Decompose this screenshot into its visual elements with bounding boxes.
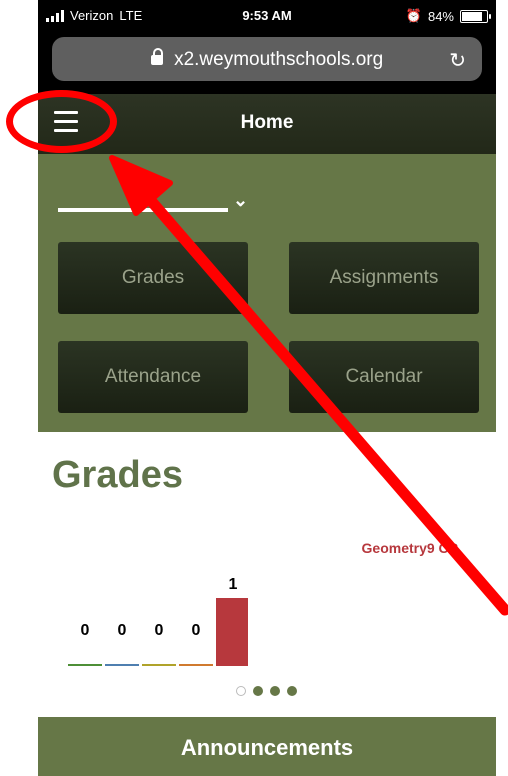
grade-distribution-chart: 0 0 0 0 1 xyxy=(68,574,268,674)
grade-count-1: 0 xyxy=(80,622,90,639)
grades-section: Grades Geometry9 CP 0 0 0 0 1 xyxy=(38,432,496,717)
attendance-tile[interactable]: Attendance xyxy=(58,341,248,413)
address-bar[interactable]: x2.weymouthschools.org ↻ xyxy=(52,37,482,81)
carousel-dot-4[interactable] xyxy=(287,686,297,696)
battery-icon xyxy=(460,9,491,23)
course-name[interactable]: Geometry9 CP xyxy=(362,540,458,556)
carousel-dot-2[interactable] xyxy=(253,686,263,696)
grades-heading: Grades xyxy=(52,454,183,496)
grade-count-4: 0 xyxy=(191,622,201,639)
grade-baseline-2 xyxy=(105,664,139,666)
url-display[interactable]: x2.weymouthschools.org xyxy=(52,47,482,71)
assignments-tile[interactable]: Assignments xyxy=(289,242,479,314)
alarm-icon: ⏰ xyxy=(405,8,422,23)
grade-baseline-4 xyxy=(179,664,213,666)
dashboard-panel: ⌄ Grades Assignments Attendance Calendar xyxy=(38,154,496,432)
announcements-header[interactable]: Announcements xyxy=(38,717,496,776)
grade-baseline-1 xyxy=(68,664,102,666)
battery-info: ⏰ 84% xyxy=(405,8,491,24)
calendar-tile[interactable]: Calendar xyxy=(289,341,479,413)
carousel-dot-1[interactable] xyxy=(236,686,246,696)
student-selector[interactable]: ⌄ xyxy=(58,190,248,214)
lock-icon xyxy=(150,47,163,65)
grade-count-3: 0 xyxy=(154,622,164,639)
chevron-down-icon[interactable]: ⌄ xyxy=(233,190,248,211)
grade-bar-5[interactable] xyxy=(216,598,248,666)
grade-count-5: 1 xyxy=(228,576,238,593)
url-text: x2.weymouthschools.org xyxy=(174,49,384,70)
status-bar: Verizon LTE 9:53 AM ⏰ 84% xyxy=(38,0,496,30)
battery-percent: 84% xyxy=(427,8,454,24)
battery-fill xyxy=(462,11,483,21)
reload-icon[interactable]: ↻ xyxy=(449,48,466,73)
annotation-circle xyxy=(6,90,117,153)
announcements-label: Announcements xyxy=(180,735,354,760)
grade-count-2: 0 xyxy=(117,622,127,639)
grade-baseline-3 xyxy=(142,664,176,666)
grades-tile[interactable]: Grades xyxy=(58,242,248,314)
carousel-dots xyxy=(236,686,297,696)
student-name-redacted xyxy=(58,208,228,212)
carousel-dot-3[interactable] xyxy=(270,686,280,696)
